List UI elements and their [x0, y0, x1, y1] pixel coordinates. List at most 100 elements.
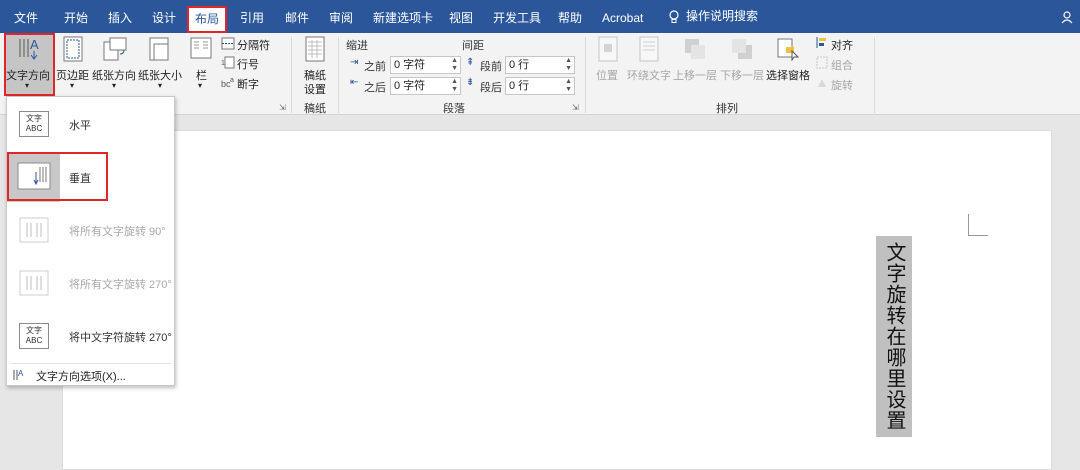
paragraph-group-label: 段落	[443, 103, 465, 115]
person-icon[interactable]	[1060, 10, 1074, 24]
rotate-icon	[818, 79, 826, 87]
tab-review[interactable]: 审阅	[329, 0, 353, 33]
tab-insert[interactable]: 插入	[108, 0, 132, 33]
manuscript-settings-button[interactable]: 稿纸 设置	[300, 33, 330, 96]
menu-divider	[11, 363, 171, 364]
wrap-text-button[interactable]: 环绕文字	[627, 33, 673, 95]
tab-layout[interactable]: 布局	[187, 6, 228, 33]
svg-text:a: a	[230, 77, 234, 84]
rotate-270-icon	[19, 270, 49, 296]
menu-item-label: 水平	[69, 120, 91, 132]
menu-item-rotate-270[interactable]: 将所有文字旋转 270°	[7, 258, 174, 308]
margins-icon	[63, 36, 83, 62]
tab-view[interactable]: 视图	[449, 0, 473, 33]
size-button[interactable]: 纸张大小 ▾	[138, 33, 184, 95]
spacing-header: 间距	[462, 40, 484, 52]
highlight-box	[7, 152, 108, 201]
indent-after-value: 0 字符	[394, 80, 426, 92]
lightbulb-icon	[669, 9, 679, 23]
page-setup-launcher-icon[interactable]: ⇲	[279, 103, 286, 112]
manuscript-group-label: 稿纸	[304, 103, 326, 115]
position-button[interactable]: 位置	[594, 33, 622, 95]
rotate-90-icon	[19, 217, 49, 243]
space-after-label: 段后	[480, 82, 502, 94]
spinner-arrows-icon[interactable]: ▲ ▼	[451, 78, 458, 94]
menu-options-label: 文字方向选项(X)...	[36, 371, 126, 383]
indent-before-input[interactable]: 0 字符 ▲ ▼	[390, 56, 461, 74]
bring-forward-button[interactable]: 上移一层	[673, 33, 719, 95]
group-label: 组合	[831, 60, 853, 72]
tell-me-label: 操作说明搜索	[686, 9, 759, 23]
send-backward-icon	[732, 39, 752, 59]
align-icon	[816, 37, 826, 48]
selection-pane-label: 选择窗格	[766, 70, 810, 82]
bring-forward-icon	[685, 39, 705, 59]
tab-new[interactable]: 新建选项卡	[373, 0, 433, 33]
page-size-icon	[149, 37, 169, 61]
wrap-text-icon	[639, 36, 659, 62]
indent-right-icon: ⇤	[350, 77, 359, 88]
tab-design[interactable]: 设计	[152, 0, 176, 33]
breaks-label: 分隔符	[237, 40, 270, 52]
tab-acrobat[interactable]: Acrobat	[602, 0, 643, 33]
indent-before-label: 之前	[364, 61, 386, 73]
position-icon	[598, 36, 618, 62]
menu-item-label: 将所有文字旋转 270°	[69, 279, 172, 291]
space-before-label: 段前	[480, 61, 502, 73]
send-backward-button[interactable]: 下移一层	[720, 33, 766, 95]
line-numbers-label: 行号	[237, 59, 259, 71]
tab-references[interactable]: 引用	[240, 0, 264, 33]
columns-button[interactable]: 栏 ▾	[188, 33, 214, 95]
spinner-arrows-icon[interactable]: ▲ ▼	[565, 78, 572, 94]
space-before-input[interactable]: 0 行 ▲ ▼	[505, 56, 575, 74]
spinner-arrows-icon[interactable]: ▲ ▼	[451, 57, 458, 73]
orientation-button[interactable]: 纸张方向 ▾	[92, 33, 138, 95]
indent-before-value: 0 字符	[394, 59, 426, 71]
indent-after-label: 之后	[364, 82, 386, 94]
menu-item-rotate-chinese-270[interactable]: 文字 ABC 将中文字符旋转 270°	[7, 311, 174, 361]
manuscript-icon	[305, 36, 325, 62]
line-numbers-icon: 1	[221, 56, 235, 69]
tab-mailings[interactable]: 邮件	[285, 0, 309, 33]
indent-left-icon: ⇥	[350, 57, 359, 68]
tab-home[interactable]: 开始	[64, 0, 88, 33]
space-before-icon: ⇞	[466, 57, 475, 68]
align-label: 对齐	[831, 40, 853, 52]
tell-me-search[interactable]: 操作说明搜索	[668, 0, 758, 33]
vertical-text-box[interactable]: 文字旋转在哪里设置	[876, 236, 912, 437]
indent-after-input[interactable]: 0 字符 ▲ ▼	[390, 77, 461, 95]
tab-developer[interactable]: 开发工具	[493, 0, 541, 33]
tab-file[interactable]: 文件	[14, 0, 38, 33]
menu-item-options[interactable]: A 文字方向选项(X)...	[7, 365, 174, 385]
send-backward-label: 下移一层	[720, 70, 764, 82]
rotate-label: 旋转	[831, 80, 853, 92]
space-after-value: 0 行	[509, 80, 530, 92]
ribbon-tab-bar: 文件 开始 插入 设计 布局 引用 邮件 审阅 新建选项卡 视图 开发工具 帮助…	[0, 0, 1080, 33]
spinner-arrows-icon[interactable]: ▲ ▼	[565, 57, 572, 73]
horizontal-text-icon: 文字 ABC	[19, 111, 49, 137]
text-direction-menu: 文字 ABC 水平 垂直 将所有文字旋转 90° 将所有文字旋转 270° 文字…	[6, 96, 175, 386]
text-direction-options-icon: A	[13, 369, 24, 380]
svg-text:1: 1	[221, 60, 225, 67]
hyphenation-label: 断字	[237, 79, 259, 91]
space-after-input[interactable]: 0 行 ▲ ▼	[505, 77, 575, 95]
margins-button[interactable]: 页边距 ▾	[56, 33, 90, 95]
tab-help[interactable]: 帮助	[558, 0, 582, 33]
indent-header: 缩进	[346, 40, 368, 52]
group-icon	[816, 56, 828, 69]
paragraph-launcher-icon[interactable]: ⇲	[572, 103, 579, 112]
bring-forward-label: 上移一层	[673, 70, 717, 82]
menu-item-rotate-90[interactable]: 将所有文字旋转 90°	[7, 205, 174, 255]
highlight-box	[4, 33, 55, 96]
arrange-group-label: 排列	[716, 103, 738, 115]
space-after-icon: ⇟	[466, 77, 475, 88]
menu-item-horizontal[interactable]: 文字 ABC 水平	[7, 99, 174, 149]
position-label: 位置	[596, 70, 618, 82]
selection-pane-button[interactable]: 选择窗格	[766, 33, 812, 95]
manuscript-label-2: 设置	[304, 84, 326, 96]
dropdown-arrow-icon: ▾	[198, 81, 203, 90]
rotate-chinese-icon: 文字 ABC	[19, 323, 49, 349]
dropdown-arrow-icon: ▾	[112, 81, 117, 90]
dropdown-arrow-icon: ▾	[70, 81, 75, 90]
columns-icon	[190, 37, 212, 59]
